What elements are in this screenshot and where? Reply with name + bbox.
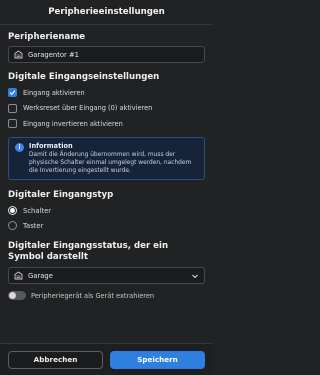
switch-radio[interactable] [8,206,17,216]
input-status-title: Digitaler Eingangsstatus, der ein Symbol… [8,241,169,263]
cancel-button[interactable]: Abbrechen [8,350,103,369]
extract-device-toggle[interactable] [8,291,26,301]
invert-input-checkbox[interactable] [8,119,17,129]
button-radio[interactable] [8,221,17,231]
enable-input-option[interactable]: Eingang aktivieren [8,85,205,101]
button-label: Taster [23,221,44,230]
factory-reset-label: Werksreset über Eingang (0) aktivieren [23,104,153,113]
invert-input-label: Eingang invertieren aktivieren [23,119,123,128]
dialog-title: Peripherieeinstellungen [48,7,165,17]
information-text: Damit die Änderung übernommen wird, muss… [29,151,192,174]
information-title: Information [29,141,73,150]
enable-input-label: Eingang aktivieren [23,88,85,97]
factory-reset-option[interactable]: Werksreset über Eingang (0) aktivieren [8,101,205,117]
dialog-content: Peripheriename Garagentor #1 Digitale Ei… [0,25,213,301]
garage-door-icon [14,50,23,59]
input-type-button-option[interactable]: Taster [8,218,205,233]
peripheral-name-input[interactable]: Garagentor #1 [8,46,205,63]
dialog-header: Peripherieeinstellungen [0,0,213,25]
peripheral-name-title: Peripheriename [8,32,86,42]
extract-device-label: Peripheriegerät als Gerät extrahieren [31,291,155,300]
chevron-down-icon [191,272,199,280]
switch-label: Schalter [23,206,52,215]
input-status-value: Garage [28,271,53,280]
invert-input-option[interactable]: Eingang invertieren aktivieren [8,116,205,132]
input-type-switch-option[interactable]: Schalter [8,203,205,218]
input-type-title: Digitaler Eingangstyp [8,190,114,201]
information-box: i Information Damit die Änderung übernom… [8,136,205,181]
input-status-select[interactable]: Garage [8,267,205,285]
info-icon: i [15,142,24,152]
extract-device-row: Peripheriegerät als Gerät extrahieren [8,291,205,301]
garage-door-icon [14,271,23,280]
save-button[interactable]: Speichern [110,350,205,369]
digital-input-settings-title: Digitale Eingangseinstellungen [8,72,160,82]
peripheral-name-value: Garagentor #1 [28,50,79,59]
enable-input-checkbox[interactable] [8,88,17,98]
factory-reset-checkbox[interactable] [8,103,17,113]
dialog-footer: Abbrechen Speichern [0,343,213,375]
